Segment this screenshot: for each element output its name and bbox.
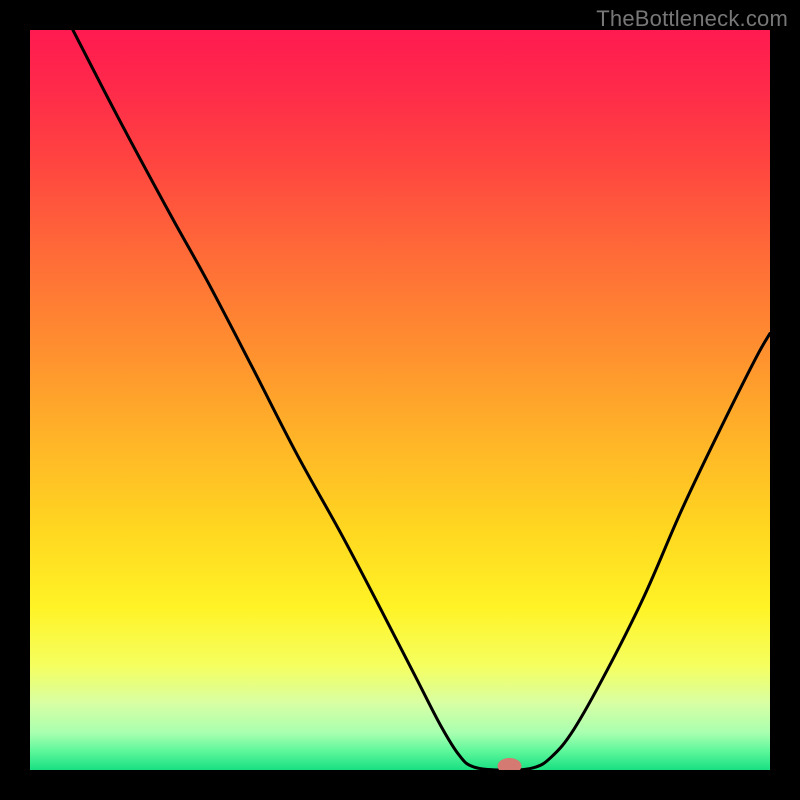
plot-area	[30, 30, 770, 770]
chart-container: TheBottleneck.com	[0, 0, 800, 800]
bottleneck-chart	[30, 30, 770, 770]
watermark-text: TheBottleneck.com	[596, 6, 788, 32]
gradient-background	[30, 30, 770, 770]
